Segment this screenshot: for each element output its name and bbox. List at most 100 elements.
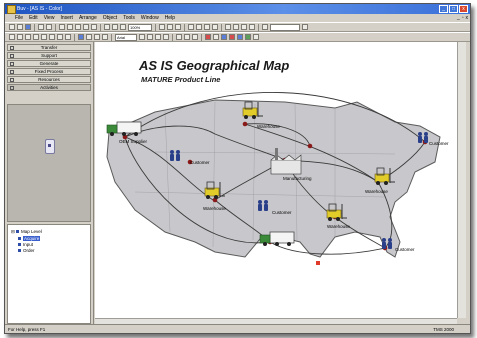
title-bar[interactable]: Buv - [AS IS - Color] _ □ x	[5, 4, 470, 14]
bold-icon[interactable]	[176, 34, 182, 40]
redo-icon[interactable]	[91, 24, 97, 30]
speed-select[interactable]	[270, 23, 300, 31]
zoom-out-icon[interactable]	[167, 24, 173, 30]
fast-forward-icon[interactable]	[262, 24, 268, 30]
toolbar-divider	[34, 23, 35, 31]
menu-object[interactable]: Object	[103, 14, 117, 22]
fill-color-icon[interactable]	[94, 34, 100, 40]
menu-tools[interactable]: Tools	[123, 14, 135, 22]
save-icon[interactable]	[25, 24, 31, 30]
tree-item[interactable]: Input	[18, 242, 33, 247]
menu-view[interactable]: View	[44, 14, 55, 22]
maximize-button[interactable]: □	[449, 5, 458, 13]
step-icon[interactable]	[233, 24, 239, 30]
undo-icon[interactable]	[83, 24, 89, 30]
tree-view[interactable]: ⊟ Map Level Acquire Input Order	[7, 224, 91, 324]
simulate-icon[interactable]	[245, 34, 251, 40]
grid-icon[interactable]	[104, 24, 110, 30]
menu-window[interactable]: Window	[141, 14, 159, 22]
pan-icon[interactable]	[175, 24, 181, 30]
table-icon[interactable]	[237, 34, 243, 40]
mdi-minimize-icon[interactable]: _	[457, 14, 460, 22]
nav-button-activities[interactable]: Activities	[7, 84, 91, 91]
stop-icon[interactable]	[241, 24, 247, 30]
map-subtitle: MATURE Product Line	[141, 75, 220, 84]
paste-icon[interactable]	[75, 24, 81, 30]
close-button[interactable]: x	[459, 5, 468, 13]
nav-button-generate[interactable]: Generate	[7, 60, 91, 67]
mdi-close-icon[interactable]: x	[466, 14, 469, 22]
resource-icon[interactable]	[213, 34, 219, 40]
play-icon[interactable]	[225, 24, 231, 30]
tree-root[interactable]: ⊟ Map Level	[11, 229, 42, 235]
rewind-icon[interactable]	[249, 24, 255, 30]
send-back-icon[interactable]	[65, 34, 71, 40]
group-icon[interactable]	[33, 34, 39, 40]
tree-node-icon	[18, 237, 21, 241]
menu-arrange[interactable]: Arrange	[79, 14, 97, 22]
pointer-icon[interactable]	[188, 24, 194, 30]
settings-icon[interactable]	[253, 34, 259, 40]
flip-icon[interactable]	[25, 34, 31, 40]
menu-insert[interactable]: Insert	[60, 14, 73, 22]
nav-button-resources[interactable]: Resources	[7, 76, 91, 83]
shadow-icon[interactable]	[163, 34, 169, 40]
connector-icon[interactable]	[212, 24, 218, 30]
arrow-style-icon[interactable]	[147, 34, 153, 40]
italic-icon[interactable]	[184, 34, 190, 40]
ungroup-icon[interactable]	[41, 34, 47, 40]
dash-style-icon[interactable]	[155, 34, 161, 40]
align-icon[interactable]	[49, 34, 55, 40]
chart-icon[interactable]	[229, 34, 235, 40]
cut-icon[interactable]	[59, 24, 65, 30]
app-icon	[7, 5, 16, 14]
help-pointer-icon[interactable]	[302, 24, 308, 30]
line-tool-icon[interactable]	[204, 24, 210, 30]
text-color-icon[interactable]	[102, 34, 108, 40]
line-color-icon[interactable]	[78, 34, 84, 40]
snap-icon[interactable]	[112, 24, 118, 30]
minimize-button[interactable]: _	[439, 5, 448, 13]
status-right-text: TMS 2000	[433, 327, 454, 332]
activity-icon[interactable]	[205, 34, 211, 40]
text-tool-icon[interactable]	[196, 24, 202, 30]
new-icon[interactable]	[9, 24, 15, 30]
report-icon[interactable]	[221, 34, 227, 40]
copy-icon[interactable]	[67, 24, 73, 30]
nav-button-transfer[interactable]: Transfer	[7, 44, 91, 51]
layers-icon[interactable]	[120, 24, 126, 30]
print-icon[interactable]	[38, 24, 44, 30]
map-canvas[interactable]: AS IS Geographical Map MATURE Product Li…	[95, 42, 457, 318]
bring-front-icon[interactable]	[57, 34, 63, 40]
toolbar-divider	[55, 23, 56, 31]
process-icon	[10, 70, 14, 74]
customer-se-label: Customer	[395, 247, 415, 252]
person-shape-icon[interactable]	[45, 139, 55, 154]
tree-node-icon	[16, 230, 20, 234]
line-style-icon[interactable]	[86, 34, 92, 40]
preview-icon[interactable]	[46, 24, 52, 30]
rotate-right-icon[interactable]	[17, 34, 23, 40]
underline-icon[interactable]	[192, 34, 198, 40]
tree-item[interactable]: Order	[18, 248, 35, 253]
toolbar-divider	[111, 33, 112, 41]
open-icon[interactable]	[17, 24, 23, 30]
nav-button-fixed-process[interactable]: Fixed Process	[7, 68, 91, 75]
tree-item[interactable]: Acquire	[18, 236, 41, 241]
zoom-in-icon[interactable]	[159, 24, 165, 30]
line-weight-icon[interactable]	[139, 34, 145, 40]
toolbar-divider	[100, 23, 101, 31]
menu-help[interactable]: Help	[165, 14, 175, 22]
app-window: Buv - [AS IS - Color] _ □ x File Edit Vi…	[4, 3, 471, 334]
vertical-scrollbar[interactable]	[457, 42, 466, 318]
shape-palette[interactable]	[7, 104, 91, 222]
mdi-restore-icon[interactable]: ▫	[462, 14, 464, 22]
menu-edit[interactable]: Edit	[29, 14, 38, 22]
nav-button-support[interactable]: Support	[7, 52, 91, 59]
rotate-left-icon[interactable]	[9, 34, 15, 40]
toolbar-divider	[172, 33, 173, 41]
zoom-select[interactable]: 100%	[128, 23, 152, 31]
status-bar: For Help, press F1 TMS 2000	[5, 324, 470, 333]
menu-file[interactable]: File	[15, 14, 23, 22]
font-select[interactable]: Arial	[115, 33, 137, 41]
